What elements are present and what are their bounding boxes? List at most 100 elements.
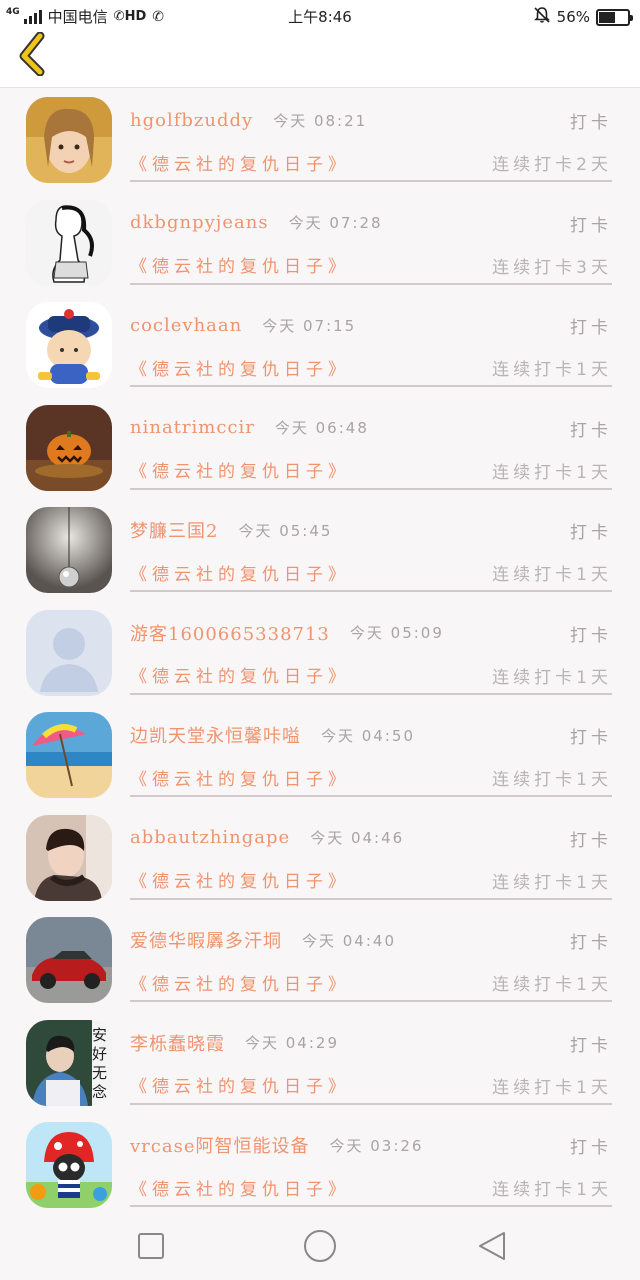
- avatar[interactable]: [26, 404, 112, 491]
- mute-bell-icon: [533, 6, 551, 28]
- avatar[interactable]: [26, 199, 112, 286]
- divider: [130, 795, 612, 797]
- book-title-link[interactable]: 《德云社的复仇日子》: [130, 355, 350, 380]
- avatar[interactable]: [26, 917, 112, 1003]
- recent-apps-button[interactable]: [131, 1226, 171, 1266]
- list-item[interactable]: ninatrimccir 今天 06:48 打卡 《德云社的复仇日子》 连续打卡1天: [0, 396, 640, 499]
- book-title-link[interactable]: 《德云社的复仇日子》: [130, 457, 350, 482]
- home-button[interactable]: [300, 1226, 340, 1266]
- checkin-time: 今天 04:40: [302, 931, 396, 950]
- avatar[interactable]: [26, 1122, 112, 1208]
- user-name[interactable]: vrcase阿智恒能设备: [130, 1132, 309, 1158]
- streak-count: 连续打卡1天: [492, 770, 612, 790]
- list-item[interactable]: vrcase阿智恒能设备 今天 03:26 打卡 《德云社的复仇日子》 连续打卡1天: [0, 1113, 640, 1216]
- item-header: 梦臁三国2 今天 05:45 打卡: [130, 516, 612, 544]
- checkin-label: 打卡: [570, 625, 612, 646]
- checkin-label: 打卡: [570, 318, 612, 338]
- back-button[interactable]: [14, 31, 54, 77]
- divider: [130, 1205, 612, 1207]
- divider: [130, 1102, 612, 1105]
- user-name[interactable]: hgolfbzuddy: [130, 110, 253, 131]
- book-title-link[interactable]: 《德云社的复仇日子》: [130, 150, 350, 175]
- list-item[interactable]: 游客1600665338713 今天 05:09 打卡 《德云社的复仇日子》 连续打卡1…: [0, 601, 640, 704]
- avatar[interactable]: [26, 302, 112, 388]
- checkin-time: 今天 04:50: [321, 726, 415, 745]
- user-name[interactable]: 游客1600665338713: [130, 620, 330, 646]
- checkin-label: 打卡: [570, 215, 612, 236]
- divider: [130, 487, 612, 490]
- checkin-time: 今天 03:26: [329, 1136, 424, 1155]
- list-item[interactable]: 梦臁三国2 今天 05:45 打卡 《德云社的复仇日子》 连续打卡1天: [0, 498, 640, 601]
- streak-count: 连续打卡2天: [492, 155, 612, 175]
- circle-icon: [304, 1230, 336, 1262]
- book-title-link[interactable]: 《德云社的复仇日子》: [130, 970, 350, 995]
- avatar[interactable]: [26, 507, 112, 593]
- avatar[interactable]: 安好无念: [26, 1019, 112, 1106]
- book-title-link[interactable]: 《德云社的复仇日子》: [130, 560, 350, 585]
- avatar[interactable]: [26, 712, 112, 798]
- book-title-link[interactable]: 《德云社的复仇日子》: [130, 1072, 350, 1097]
- streak-count: 连续打卡1天: [492, 975, 612, 995]
- book-title-link[interactable]: 《德云社的复仇日子》: [130, 867, 350, 892]
- user-name[interactable]: dkbgnpyjeans: [130, 212, 269, 233]
- book-title-link[interactable]: 《德云社的复仇日子》: [130, 1175, 350, 1200]
- book-title-link[interactable]: 《德云社的复仇日子》: [130, 252, 350, 277]
- divider: [130, 590, 612, 592]
- battery-fill: [599, 11, 615, 23]
- item-detail: 《德云社的复仇日子》 连续打卡1天: [130, 456, 612, 484]
- list-item[interactable]: 边凯天堂永恒馨咔嗌 今天 04:50 打卡《德云社的复仇日子》 连续打卡1天: [0, 703, 640, 806]
- list-item[interactable]: 安好无念 李栎蠢晓霞 今天 04:29 打卡 《德云社的复仇日子》 连续打卡1天: [0, 1011, 640, 1114]
- list-item[interactable]: coclevhaan 今天 07:15 打卡 《德云社的复仇日子》 连续打卡1天: [0, 293, 640, 396]
- header: [0, 31, 640, 88]
- book-title-link[interactable]: 《德云社的复仇日子》: [130, 765, 350, 790]
- item-header: 李栎蠢晓霞 今天 04:29 打卡: [130, 1029, 612, 1057]
- item-detail: 《德云社的复仇日子》 连续打卡1天: [130, 558, 612, 586]
- checkin-label: 打卡: [570, 523, 612, 543]
- item-header: 边凯天堂永恒馨咔嗌 今天 04:50 打卡: [130, 721, 612, 749]
- user-name[interactable]: 梦臁三国2: [130, 517, 218, 543]
- item-detail: 《德云社的复仇日子》 连续打卡1天: [130, 968, 612, 996]
- triangle-back-icon: [479, 1232, 505, 1260]
- user-name[interactable]: coclevhaan: [130, 315, 242, 336]
- avatar[interactable]: [26, 814, 112, 901]
- system-nav-bar: [0, 1210, 640, 1280]
- list-item[interactable]: dkbgnpyjeans 今天 07:28 打卡 《德云社的复仇日子》 连续打卡3天: [0, 191, 640, 294]
- user-name[interactable]: 边凯天堂永恒馨咔嗌: [130, 722, 301, 748]
- checkin-label: 打卡: [570, 113, 612, 133]
- item-header: vrcase阿智恒能设备 今天 03:26 打卡: [130, 1131, 612, 1159]
- item-detail: 《德云社的复仇日子》 连续打卡1天: [130, 866, 612, 894]
- battery-icon: [596, 8, 633, 26]
- avatar[interactable]: [26, 609, 112, 696]
- checkin-time: 今天 06:48: [274, 419, 369, 437]
- streak-count: 连续打卡1天: [492, 360, 612, 380]
- item-detail: 《德云社的复仇日子》 连续打卡1天: [130, 763, 612, 791]
- item-header: 游客1600665338713 今天 05:09 打卡: [130, 619, 612, 647]
- user-name[interactable]: 爱德华暇羼多汗垌: [130, 927, 282, 953]
- list-item[interactable]: abbautzhingape 今天 04:46 打卡 《德云社的复仇日子》 连续打卡1天: [0, 806, 640, 909]
- user-name[interactable]: ninatrimccir: [130, 417, 255, 438]
- user-name[interactable]: abbautzhingape: [130, 827, 290, 848]
- wifi-call-icon: ✆: [152, 8, 164, 25]
- book-title-link[interactable]: 《德云社的复仇日子》: [130, 662, 350, 687]
- checkin-label: 打卡: [570, 1035, 612, 1056]
- list-item[interactable]: hgolfbzuddy 今天 08:21 打卡 《德云社的复仇日子》 连续打卡2天: [0, 88, 640, 191]
- list-item[interactable]: 爱德华暇羼多汗垌 今天 04:40 打卡 《德云社的复仇日子》 连续打卡1天: [0, 908, 640, 1011]
- signal-icon: [23, 9, 42, 24]
- item-detail: 《德云社的复仇日子》 连续打卡1天: [130, 1071, 612, 1099]
- item-header: abbautzhingape 今天 04:46 打卡: [130, 824, 612, 852]
- checkin-label: 打卡: [570, 728, 612, 748]
- item-header: 爱德华暇羼多汗垌 今天 04:40 打卡: [130, 926, 612, 954]
- item-header: ninatrimccir 今天 06:48 打卡: [130, 414, 612, 442]
- nav-back-button[interactable]: [472, 1226, 512, 1266]
- item-detail: 《德云社的复仇日子》 连续打卡1天: [130, 1173, 612, 1201]
- avatar[interactable]: [26, 97, 112, 183]
- divider: [130, 1000, 612, 1002]
- streak-count: 连续打卡1天: [492, 462, 612, 483]
- item-detail: 《德云社的复仇日子》 连续打卡3天: [130, 251, 612, 279]
- checkin-list: hgolfbzuddy 今天 08:21 打卡 《德云社的复仇日子》 连续打卡2天 dkb…: [0, 88, 640, 1216]
- divider: [130, 692, 612, 695]
- divider: [130, 385, 612, 387]
- checkin-label: 打卡: [570, 830, 612, 851]
- user-name[interactable]: 李栎蠢晓霞: [130, 1030, 225, 1056]
- chevron-left-icon: [19, 31, 45, 77]
